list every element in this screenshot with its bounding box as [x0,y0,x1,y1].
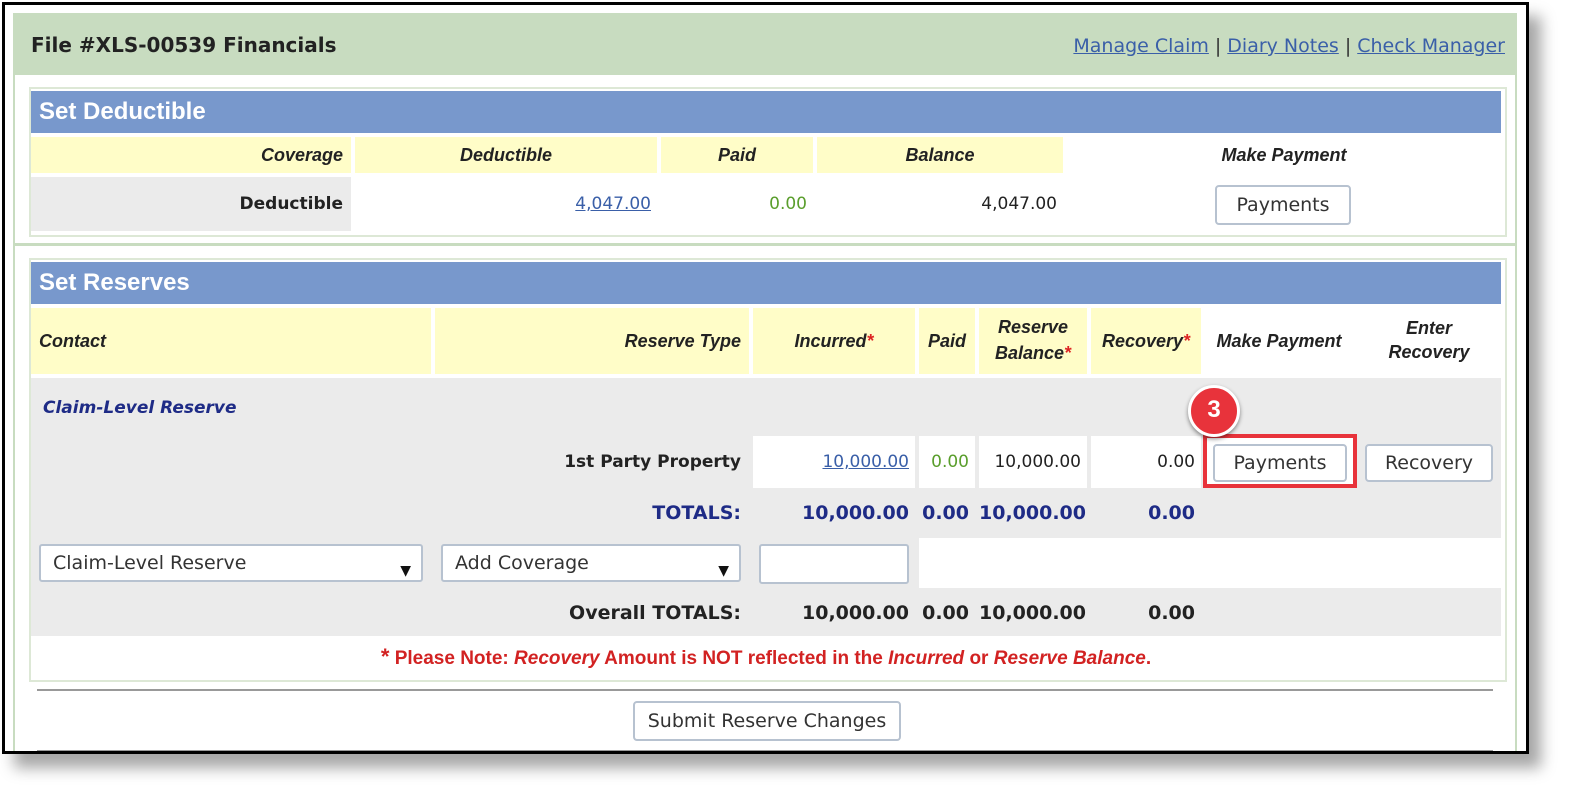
col-deductible-header: Deductible [355,137,657,173]
overall-incurred: 10,000.00 [802,602,909,624]
reserve-recovery-button[interactable]: Recovery [1365,444,1493,482]
payments-highlight-box [1203,434,1357,488]
totals-label: TOTALS: [652,502,741,524]
reserves-section: Set Reserves Contact Reserve Type Incurr… [29,258,1507,682]
reserve-incurred-cell: 10,000.00 [753,436,915,488]
deductible-amount-cell: 4,047.00 [355,177,657,231]
required-marker: * [1064,343,1072,363]
col-coverage-header: Coverage [31,137,351,173]
bottom-divider-top [37,689,1493,691]
deductible-paid-cell: 0.00 [661,177,813,231]
section-divider [15,243,1515,246]
reserve-paid-cell: 0.00 [919,436,975,488]
financials-window: File #XLS-00539 Financials Manage Claim |… [2,2,1529,754]
submit-reserve-changes-button[interactable]: Submit Reserve Changes [633,701,901,741]
note-text-6: Reserve Balance [993,648,1146,669]
incurred-amount-input[interactable] [759,544,909,584]
enter-recovery-header-line1: Enter [1405,318,1452,338]
note-star: * [380,644,390,669]
col-paid-header: Paid [919,308,975,374]
deductible-payments-button[interactable]: Payments [1215,185,1351,225]
reserve-balance-cell: 10,000.00 [979,436,1087,488]
reserves-section-title: Set Reserves [31,262,1501,304]
page-header: File #XLS-00539 Financials Manage Claim |… [15,15,1515,75]
col-reserve-type-header: Reserve Type [435,308,749,374]
deductible-coverage-cell: Deductible [31,177,351,231]
overall-reserve-balance: 10,000.00 [979,602,1086,624]
overall-recovery: 0.00 [1148,602,1195,624]
bottom-divider-bottom [37,750,1493,751]
note-text-2: Recovery [514,648,600,669]
reserve-type-cell: 1st Party Property [564,452,741,472]
col-balance-header: Balance [817,137,1063,173]
required-marker: * [866,331,874,351]
page-title: File #XLS-00539 Financials [31,33,337,57]
reserve-balance-header-line2: Balance* [979,340,1087,366]
coverage-select-value: Add Coverage [455,552,589,574]
link-separator: | [1344,35,1352,57]
incurred-header-label: Incurred [794,331,867,351]
overall-paid: 0.00 [922,602,969,624]
coverage-select[interactable]: Add Coverage ▼ [441,544,741,582]
reserve-incurred-link[interactable]: 10,000.00 [822,452,909,472]
contact-select-value: Claim-Level Reserve [53,552,247,574]
totals-incurred: 10,000.00 [802,502,909,524]
col-incurred-header: Incurred* [753,308,915,374]
recovery-note: * Please Note: Recovery Amount is NOT re… [31,638,1501,676]
col-make-payment-header: Make Payment [1067,137,1501,173]
deductible-balance-cell: 4,047.00 [817,177,1063,231]
diary-notes-link[interactable]: Diary Notes [1227,35,1339,57]
step-callout-badge: 3 [1188,385,1240,437]
required-marker: * [1183,331,1191,351]
totals-paid: 0.00 [922,502,969,524]
enter-recovery-header-line2: Recovery [1388,342,1470,362]
note-text-3: Amount is NOT reflected in the [599,648,889,669]
financials-page: File #XLS-00539 Financials Manage Claim |… [13,13,1517,751]
link-separator: | [1214,35,1222,57]
col-reserve-balance-header: Reserve Balance* [979,308,1087,374]
note-text-7: . [1145,648,1152,669]
col-paid-header: Paid [661,137,813,173]
deductible-section-title: Set Deductible [31,91,1501,133]
note-text-5: or [964,648,994,669]
col-contact-header: Contact [31,308,431,374]
note-text-1: Please Note: [394,648,515,669]
reserve-recovery-cell: 0.00 [1091,436,1201,488]
dropdown-arrow-icon: ▼ [400,563,411,579]
col-enter-recovery-header: Enter Recovery [1357,308,1501,374]
reserve-balance-header-label: Balance [994,343,1065,363]
check-manager-link[interactable]: Check Manager [1357,35,1505,57]
contact-select[interactable]: Claim-Level Reserve ▼ [39,544,423,582]
header-links: Manage Claim | Diary Notes | Check Manager [1073,35,1505,57]
totals-reserve-balance: 10,000.00 [979,502,1086,524]
reserve-group-label: Claim-Level Reserve [43,398,237,418]
deductible-section: Set Deductible Coverage Deductible Paid … [29,87,1507,237]
dropdown-arrow-icon: ▼ [718,563,729,579]
add-row-blank [919,538,1501,588]
recovery-header-label: Recovery [1101,331,1184,351]
col-make-payment-header: Make Payment [1205,308,1353,374]
manage-claim-link[interactable]: Manage Claim [1073,35,1209,57]
note-text-4: Incurred [888,648,965,669]
totals-recovery: 0.00 [1148,502,1195,524]
reserve-balance-header-line1: Reserve [997,317,1069,337]
col-recovery-header: Recovery* [1091,308,1201,374]
overall-totals-label: Overall TOTALS: [569,602,741,624]
deductible-amount-link[interactable]: 4,047.00 [575,194,651,214]
